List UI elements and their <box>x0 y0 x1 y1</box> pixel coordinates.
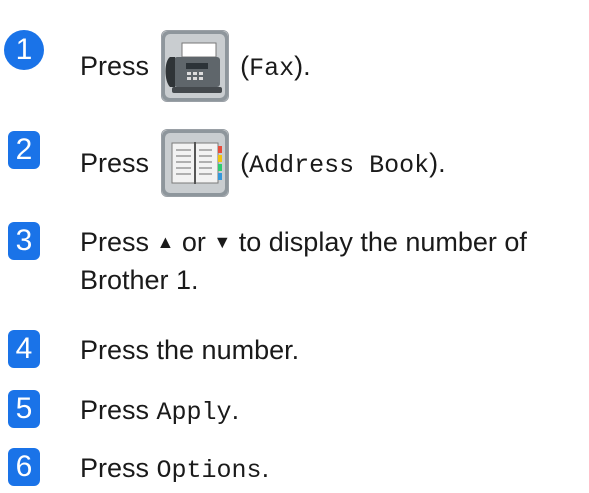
step-number-badge: 3 <box>8 222 40 260</box>
paren-open: ( <box>240 148 250 179</box>
step-instruction: Press Apply. <box>80 392 239 431</box>
step-number-badge: 4 <box>8 330 40 368</box>
step-number-badge: 1 <box>4 30 44 70</box>
address-book-icon[interactable] <box>160 129 229 197</box>
step-instruction: Press the number. <box>80 335 300 365</box>
step-4: 4 Press the number. <box>0 330 589 370</box>
or-text: or <box>181 227 206 257</box>
step-5: 5 Press Apply. <box>0 390 589 430</box>
step-instruction: Press (Address Book). <box>80 129 446 199</box>
up-arrow-icon: ▲ <box>156 232 175 252</box>
press-text: Press <box>80 453 150 483</box>
paren-open: ( <box>240 51 250 82</box>
period: . <box>261 453 270 483</box>
period: . <box>231 395 240 425</box>
step-instruction: Press (Fax). <box>80 30 311 104</box>
step-3: 3 Press ▲ or ▼ to display the number of … <box>0 222 589 302</box>
step-number-badge: 2 <box>8 131 40 169</box>
press-text: Press <box>80 227 150 257</box>
ui-label-fax: Fax <box>249 54 295 84</box>
step-1: 1 Press (Fax). <box>0 12 589 102</box>
instruction-text: to display the number of <box>238 227 527 257</box>
paren-close: ). <box>429 148 446 179</box>
paren-close: ). <box>294 51 311 82</box>
step-6: 6 Press Options. <box>0 448 589 488</box>
step-number-badge: 5 <box>8 390 40 428</box>
ui-label-options: Options <box>156 456 262 485</box>
step-instruction: Press Options. <box>80 450 269 489</box>
step-2: 2 Press (Address Book). <box>0 115 589 197</box>
step-number-badge: 6 <box>8 448 40 486</box>
down-arrow-icon: ▼ <box>213 232 232 252</box>
ui-label-apply: Apply <box>156 398 232 427</box>
press-text: Press <box>80 148 150 179</box>
step-instruction-line-1: Press ▲ or ▼ to display the number of <box>80 224 527 263</box>
press-text: Press <box>80 395 150 425</box>
ui-label-address-book: Address Book <box>249 151 430 181</box>
press-text: Press <box>80 51 150 82</box>
fax-icon[interactable] <box>160 30 229 102</box>
step-instruction-line-2: Brother 1. <box>80 265 199 295</box>
